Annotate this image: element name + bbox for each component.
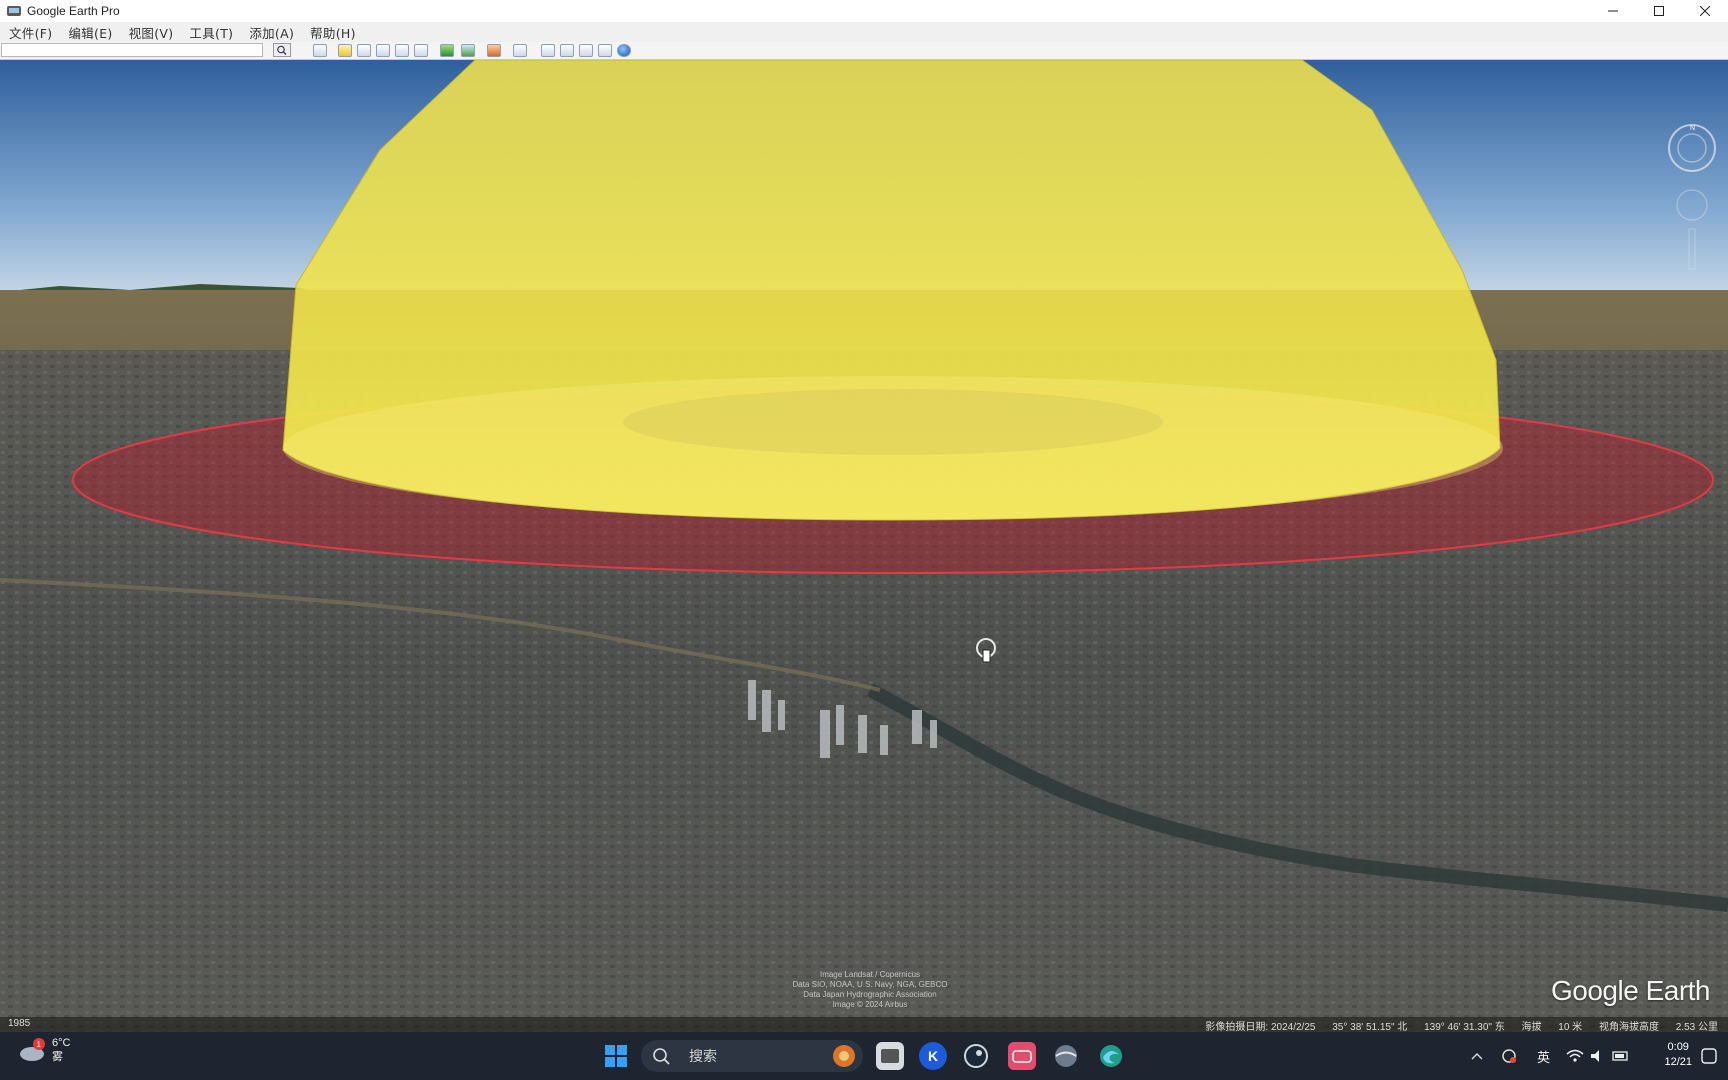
search-placeholder: 搜索 [689, 1048, 717, 1064]
notification-icon[interactable] [1700, 1047, 1718, 1065]
steam-app[interactable] [962, 1042, 990, 1070]
sun-icon[interactable] [461, 44, 475, 57]
google-earth-app-icon [7, 6, 21, 16]
title-bar: Google Earth Pro [0, 0, 1728, 22]
zoom-slider[interactable] [1688, 228, 1696, 270]
weather-temp: 6°C [52, 1037, 71, 1049]
search-button[interactable] [273, 43, 291, 57]
status-year: 1985 [8, 1018, 31, 1029]
volume-icon[interactable] [1590, 1049, 1606, 1063]
clock-date: 12/21 [1664, 1056, 1692, 1068]
kugou-app[interactable]: K [919, 1042, 947, 1070]
image-overlay-icon[interactable] [395, 44, 409, 57]
search-input[interactable] [1, 43, 263, 57]
polygon-icon[interactable] [357, 44, 371, 57]
sync-icon[interactable] [1500, 1047, 1518, 1065]
maximize-icon [1654, 6, 1664, 16]
google-earth-logo: Google Earth [1551, 975, 1711, 1006]
weather-widget[interactable]: 1 6°C 雾 [18, 1036, 70, 1064]
toolbar [0, 42, 1728, 60]
taskbar: 1 6°C 雾 搜索 K 英 0:09 12/21 [0, 1032, 1728, 1080]
tour-icon[interactable] [414, 44, 428, 57]
minimize-icon [1608, 10, 1618, 12]
menu-edit[interactable]: 编辑(E) [59, 23, 119, 42]
save-image-icon[interactable] [579, 44, 593, 57]
weather-badge: 1 [37, 1040, 42, 1049]
window-title: Google Earth Pro [27, 4, 120, 18]
windows-icon [605, 1045, 627, 1067]
svg-text:N: N [1690, 125, 1695, 132]
status-bar: 1985 影像拍摄日期: 2024/2/25 35° 38' 51.15" 北 … [0, 1017, 1728, 1033]
print-icon[interactable] [560, 44, 574, 57]
start-button[interactable] [602, 1042, 630, 1070]
google-earth-icon [1055, 1045, 1077, 1067]
svg-text:K: K [928, 1048, 938, 1064]
chevron-up-icon[interactable] [1471, 1051, 1483, 1061]
clock[interactable]: 0:09 12/21 [1664, 1040, 1692, 1070]
menu-tools[interactable]: 工具(T) [180, 23, 240, 42]
google-earth-app[interactable] [1052, 1042, 1080, 1070]
minimize-button[interactable] [1590, 0, 1636, 22]
historical-imagery-icon[interactable] [440, 44, 454, 57]
search-highlight-icon [833, 1045, 855, 1067]
bilibili-app[interactable] [1008, 1042, 1036, 1070]
sidebar-icon[interactable] [313, 44, 327, 57]
maximize-button[interactable] [1636, 0, 1682, 22]
steam-icon [964, 1044, 988, 1068]
taskbar-search[interactable]: 搜索 [641, 1040, 863, 1072]
wifi-icon[interactable] [1566, 1049, 1584, 1063]
email-icon[interactable] [541, 44, 555, 57]
cloud-icon: 1 [20, 1038, 45, 1061]
menu-add[interactable]: 添加(A) [240, 23, 301, 42]
planets-icon[interactable] [487, 44, 501, 57]
edge-icon [1100, 1045, 1122, 1067]
menu-help[interactable]: 帮助(H) [301, 23, 363, 42]
weather-desc: 雾 [52, 1051, 63, 1063]
search-icon [653, 1048, 670, 1065]
globe-icon[interactable] [617, 44, 631, 57]
k-app-icon: K [928, 1048, 938, 1064]
earth-viewport[interactable]: N Google Earth Image Landsat / Copernicu… [0, 60, 1728, 1032]
look-joystick-icon[interactable] [1676, 189, 1708, 221]
task-view-icon [881, 1049, 899, 1063]
bilibili-icon [1012, 1050, 1032, 1063]
clock-time: 0:09 [1667, 1041, 1689, 1053]
menu-file[interactable]: 文件(F) [0, 23, 59, 42]
menu-bar: 文件(F) 编辑(E) 视图(V) 工具(T) 添加(A) 帮助(H) [0, 22, 1728, 42]
edge-app[interactable] [1097, 1042, 1125, 1070]
maps-icon[interactable] [598, 44, 612, 57]
menu-view[interactable]: 视图(V) [120, 23, 181, 42]
placemark-icon[interactable] [338, 44, 352, 57]
input-method[interactable]: 英 [1537, 1047, 1550, 1066]
close-icon [1700, 6, 1710, 16]
battery-icon[interactable] [1612, 1050, 1630, 1062]
path-icon[interactable] [376, 44, 390, 57]
ruler-icon[interactable] [513, 44, 527, 57]
search-icon [277, 45, 287, 55]
task-view-button[interactable] [876, 1042, 904, 1070]
imagery-attribution: Image Landsat / Copernicus Data SIO, NOA… [792, 970, 948, 1009]
close-button[interactable] [1682, 0, 1728, 22]
navigation-controls[interactable]: N [1664, 124, 1720, 274]
